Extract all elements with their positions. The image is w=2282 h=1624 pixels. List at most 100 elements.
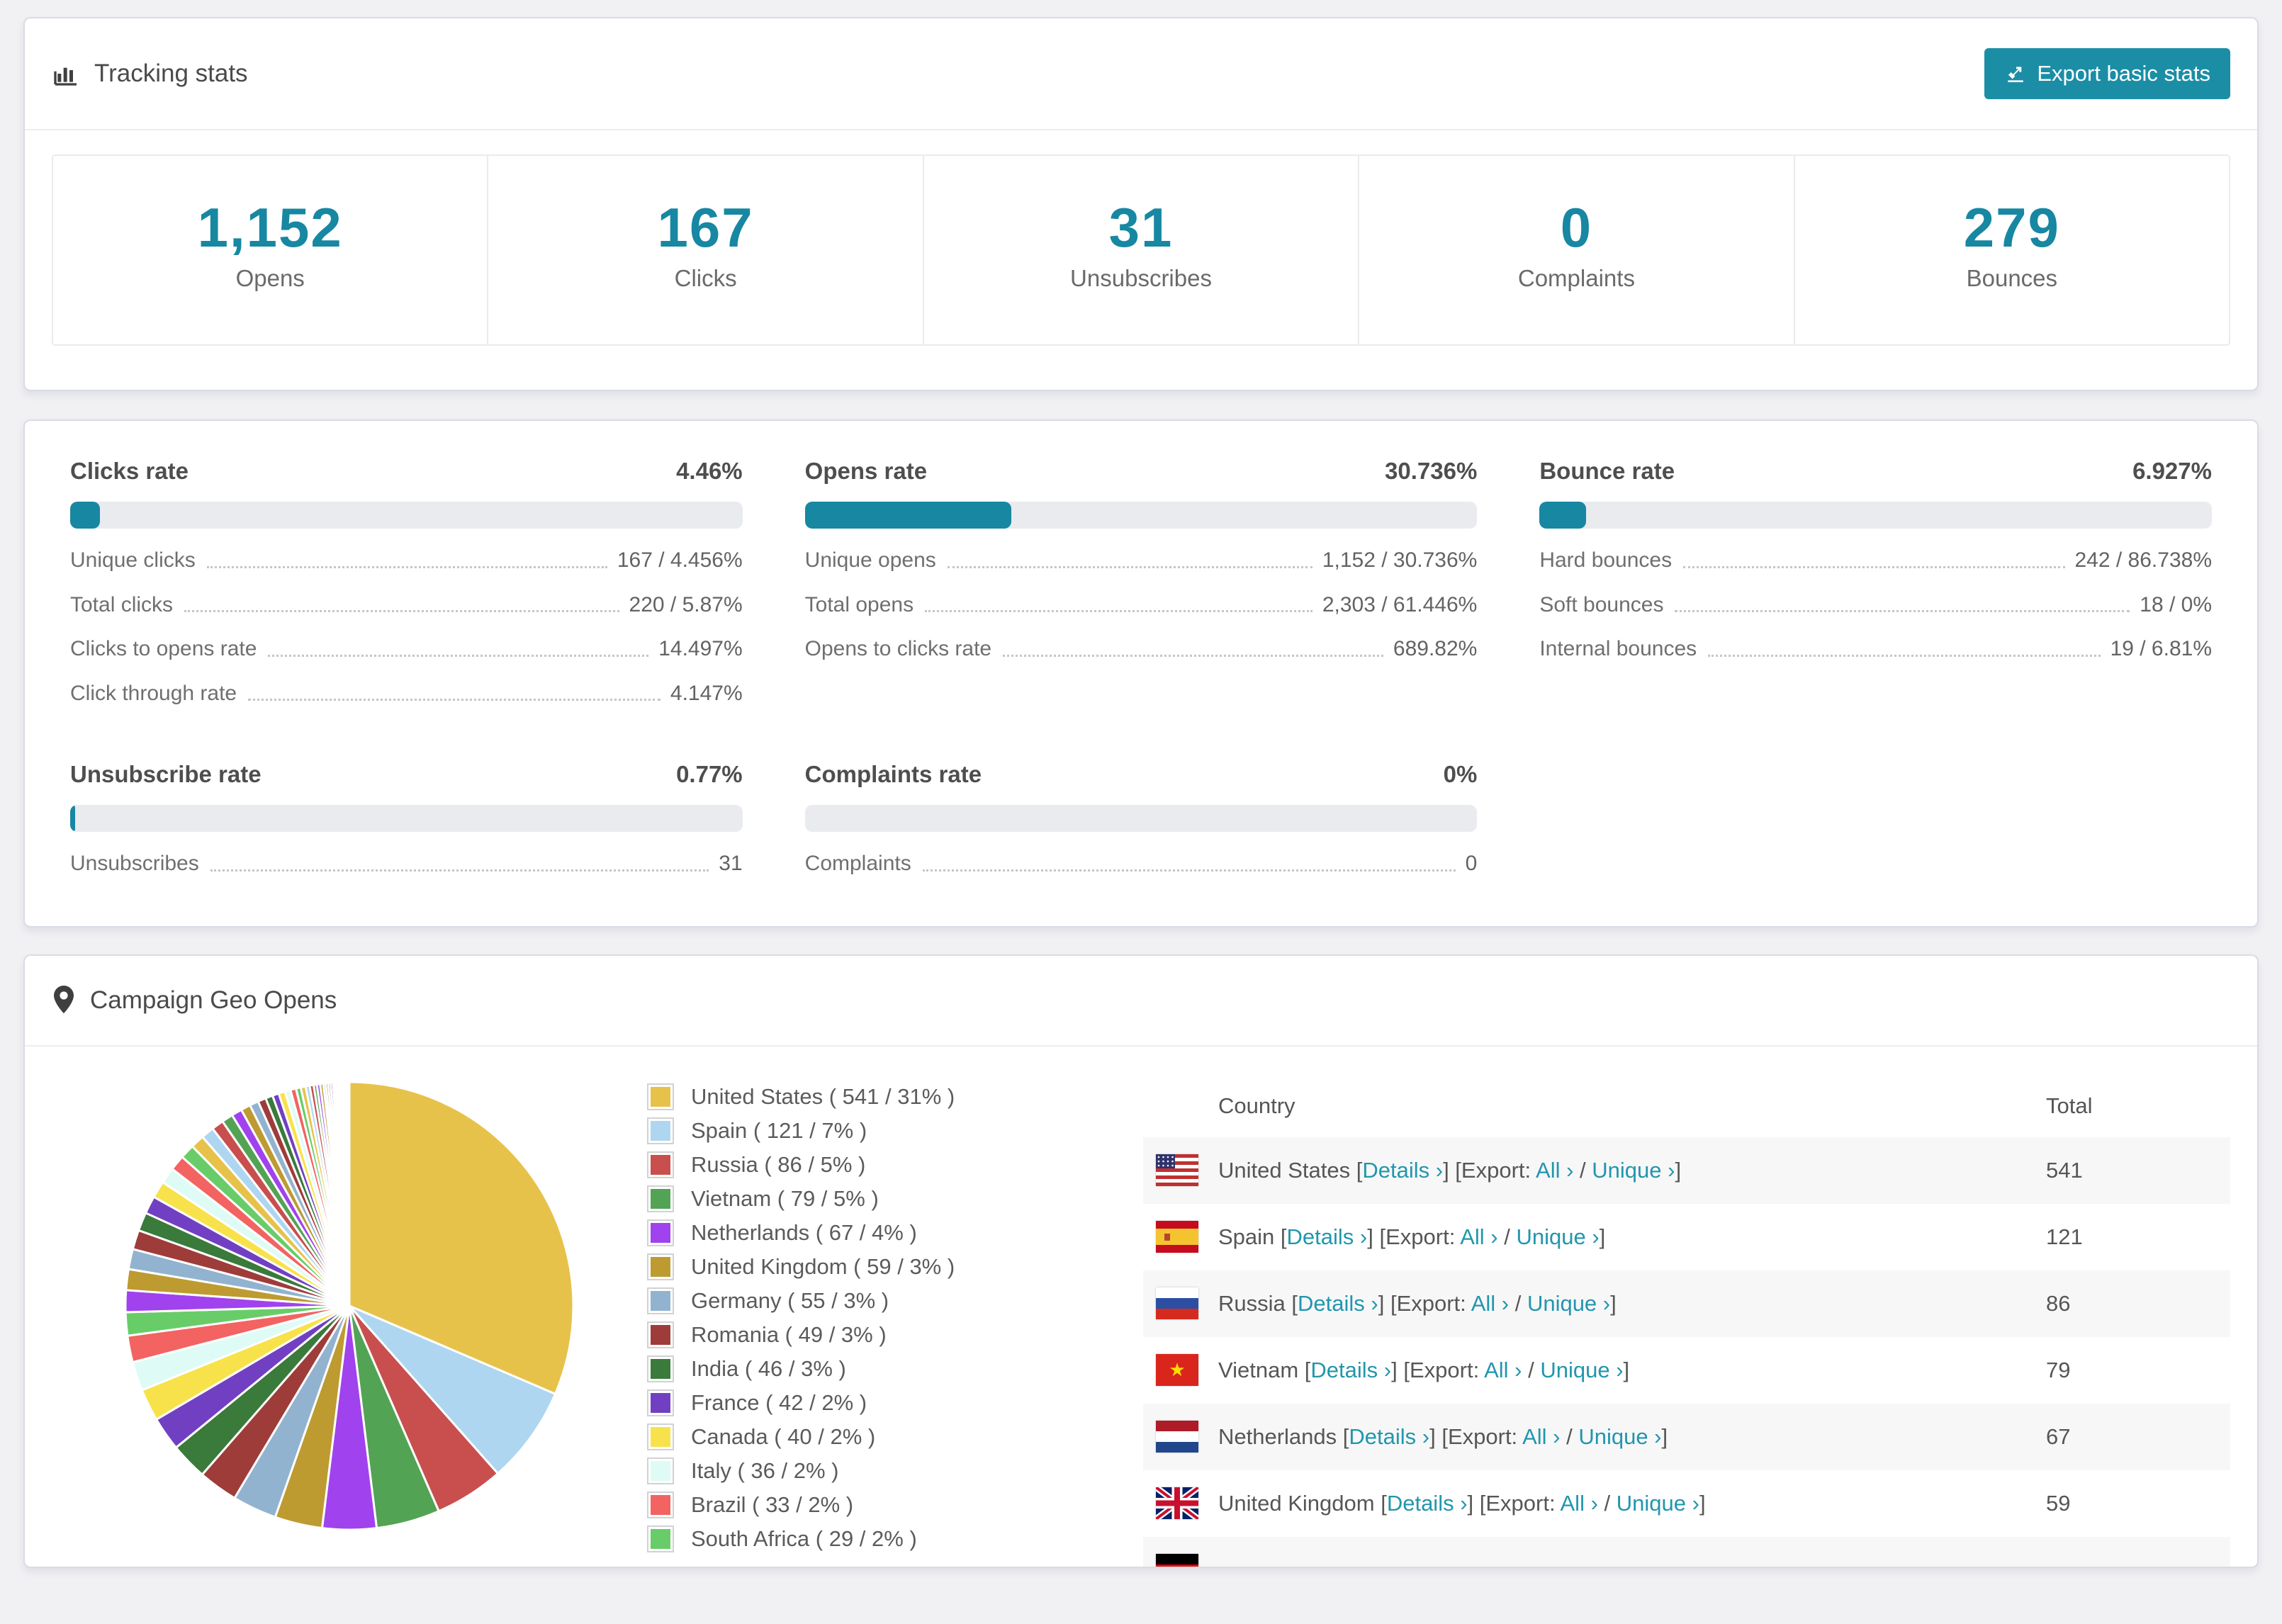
stat-value: 0: [1560, 196, 1593, 259]
stat-label: Opens: [235, 265, 305, 291]
legend-item: Netherlands ( 67 / 4% ): [647, 1219, 1143, 1246]
bracket: [: [1280, 1224, 1287, 1249]
export-button-label: Export basic stats: [2037, 61, 2210, 86]
rate-progress-fill: [70, 502, 101, 529]
bracket: ]: [1367, 1224, 1380, 1249]
rate-detail-row: Hard bounces 242 / 86.738%: [1539, 548, 2212, 573]
legend-item: Vietnam ( 79 / 5% ): [647, 1185, 1143, 1212]
legend-item: Romania ( 49 / 3% ): [647, 1321, 1143, 1348]
legend-swatch: [647, 1219, 674, 1246]
details-link[interactable]: Details ›: [1298, 1291, 1378, 1316]
dotted-leader: [248, 699, 661, 701]
dotted-leader: [184, 610, 619, 612]
rate-title: Clicks rate: [70, 458, 189, 484]
legend-label: Brazil ( 33 / 2% ): [691, 1492, 854, 1517]
legend-swatch: [647, 1355, 674, 1382]
export-all-link[interactable]: All ›: [1522, 1424, 1560, 1449]
country-flag-icon: [1156, 1221, 1198, 1253]
tracking-stats-panel: Tracking stats Export basic stats 1,152 …: [23, 17, 2259, 391]
table-row: United States [Details ›] [Export: All ›…: [1143, 1137, 2230, 1204]
dotted-leader: [268, 654, 649, 657]
map-pin-icon: [52, 985, 76, 1015]
details-link[interactable]: Details ›: [1287, 1224, 1368, 1249]
table-header-country: Country: [1218, 1093, 1295, 1118]
export-all-link[interactable]: All ›: [1484, 1358, 1522, 1382]
summary-stat-cell: 1,152 Opens: [53, 156, 489, 344]
rate-row-value: 2,303 / 61.446%: [1322, 592, 1478, 616]
stat-label: Bounces: [1966, 265, 2058, 291]
export-prefix: [Export:: [1390, 1290, 1471, 1316]
rate-detail-row: Complaints 0: [805, 852, 1478, 876]
rate-progress-bar: [1539, 502, 2212, 529]
legend-item: United Kingdom ( 59 / 3% ): [647, 1253, 1143, 1280]
rate-detail-row: Unique clicks 167 / 4.456%: [70, 548, 743, 573]
separator: /: [1514, 1290, 1527, 1316]
rate-progress-fill: [1539, 502, 1587, 529]
rate-row-label: Complaints: [804, 852, 911, 875]
details-link[interactable]: Details ›: [1310, 1358, 1391, 1382]
export-all-link[interactable]: All ›: [1561, 1491, 1598, 1516]
rate-row-value: 19 / 6.81%: [2110, 637, 2212, 660]
bracket: ]: [1467, 1490, 1480, 1516]
export-basic-stats-button[interactable]: Export basic stats: [1984, 48, 2230, 99]
geo-header: Campaign Geo Opens: [25, 956, 2257, 1047]
details-link[interactable]: Details ›: [1387, 1491, 1468, 1516]
country-total: 86: [2046, 1290, 2071, 1316]
rate-detail-row: Unsubscribes 31: [70, 852, 743, 876]
campaign-geo-opens-panel: Campaign Geo Opens United States ( 541 /…: [23, 954, 2259, 1568]
export-all-link[interactable]: All ›: [1471, 1291, 1509, 1316]
export-all-link[interactable]: All ›: [1460, 1224, 1497, 1249]
export-prefix: [Export:: [1379, 1224, 1461, 1249]
table-row: United Kingdom [Details ›] [Export: All …: [1143, 1470, 2230, 1537]
details-link[interactable]: Details ›: [1349, 1424, 1429, 1449]
legend-swatch: [647, 1457, 674, 1484]
rate-row-label: Opens to clicks rate: [804, 637, 992, 660]
rate-block: Bounce rate 6.927% Hard bounces 242 / 86…: [1539, 458, 2212, 706]
legend-swatch: [647, 1083, 674, 1110]
dotted-leader: [947, 565, 1313, 568]
table-row: Spain [Details ›] [Export: All › / Uniqu…: [1143, 1204, 2230, 1270]
rate-title: Opens rate: [804, 458, 928, 484]
legend-label: Canada ( 40 / 2% ): [691, 1423, 876, 1449]
geo-pie-chart: [52, 1072, 647, 1540]
country-total: 59: [2046, 1490, 2071, 1516]
rate-progress-fill: [804, 502, 1012, 529]
details-link[interactable]: Details ›: [1362, 1158, 1443, 1183]
rate-row-value: 242 / 86.738%: [2074, 548, 2213, 572]
country-name: Russia: [1218, 1290, 1286, 1316]
country-flag-icon: [1156, 1154, 1198, 1186]
export-unique-link[interactable]: Unique ›: [1578, 1424, 1661, 1449]
export-unique-link[interactable]: Unique ›: [1540, 1358, 1623, 1382]
rate-detail-row: Opens to clicks rate 689.82%: [805, 637, 1478, 662]
export-unique-link[interactable]: Unique ›: [1516, 1224, 1599, 1249]
legend-label: Vietnam ( 79 / 5% ): [691, 1185, 879, 1211]
dotted-leader: [1675, 610, 2130, 612]
rates-grid: Clicks rate 4.46% Unique clicks 167 / 4.…: [70, 458, 2212, 876]
summary-stat-cell: 279 Bounces: [1795, 156, 2229, 344]
rate-progress-fill: [70, 805, 76, 832]
export-unique-link[interactable]: Unique ›: [1592, 1158, 1675, 1183]
legend-label: Netherlands ( 67 / 4% ): [691, 1219, 917, 1245]
dotted-leader: [922, 869, 1456, 872]
bracket: ]: [1699, 1490, 1706, 1516]
legend-item: Spain ( 121 / 7% ): [647, 1117, 1143, 1144]
country-flag-icon: ★: [1156, 1354, 1198, 1386]
dotted-leader: [925, 610, 1313, 612]
rate-block: Opens rate 30.736% Unique opens 1,152 / …: [804, 458, 1478, 706]
separator: /: [1528, 1357, 1541, 1382]
export-all-link[interactable]: All ›: [1536, 1158, 1573, 1183]
rate-block: Complaints rate 0% Complaints 0: [804, 761, 1478, 876]
legend-label: Italy ( 36 / 2% ): [691, 1457, 839, 1483]
country-flag-icon: [1156, 1287, 1198, 1319]
export-unique-link[interactable]: Unique ›: [1527, 1291, 1610, 1316]
legend-swatch: [647, 1321, 674, 1348]
rate-value: 0%: [1443, 761, 1478, 787]
rate-detail-row: Click through rate 4.147%: [70, 682, 743, 706]
page-title: Tracking stats: [94, 60, 248, 87]
export-unique-link[interactable]: Unique ›: [1617, 1491, 1699, 1516]
country-total: 121: [2046, 1224, 2083, 1249]
rate-row-value: 167 / 4.456%: [617, 548, 743, 572]
rate-row-label: Unique opens: [804, 548, 936, 572]
bracket: ]: [1391, 1357, 1404, 1382]
legend-swatch: [647, 1491, 674, 1518]
